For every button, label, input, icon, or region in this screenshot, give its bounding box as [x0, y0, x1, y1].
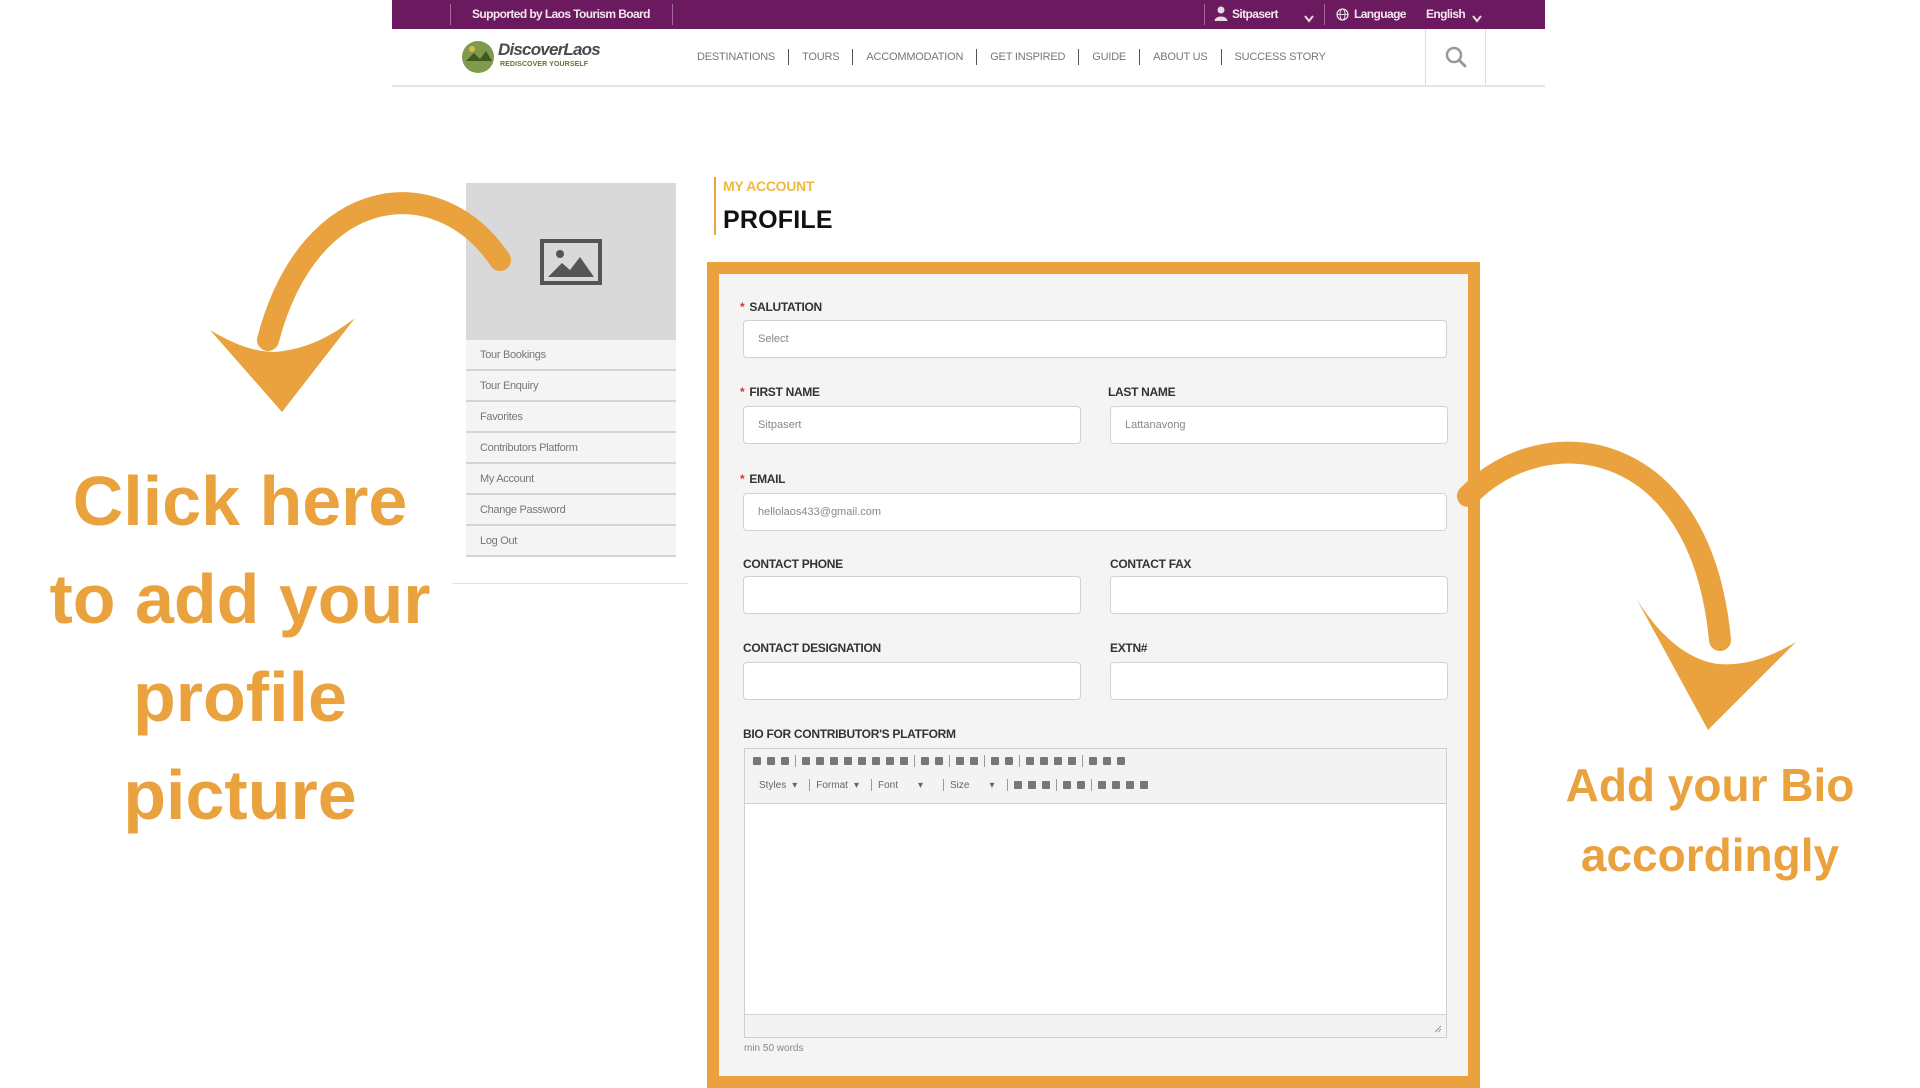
callout-line: profile: [133, 658, 347, 736]
right-arrow-icon: [1457, 441, 1731, 651]
callout-line: accordingly: [1580, 829, 1840, 881]
profile-picture-callout: Click here to add your profile picture: [20, 452, 460, 844]
callout-line: Add your Bio: [1565, 759, 1855, 811]
left-arrowhead-icon: [210, 318, 355, 412]
callout-line: to add your: [49, 560, 431, 638]
bio-callout: Add your Bio accordingly: [1520, 750, 1900, 890]
callout-line: picture: [123, 756, 357, 834]
callout-line: Click here: [72, 462, 408, 540]
left-arrow-icon: [257, 192, 511, 351]
